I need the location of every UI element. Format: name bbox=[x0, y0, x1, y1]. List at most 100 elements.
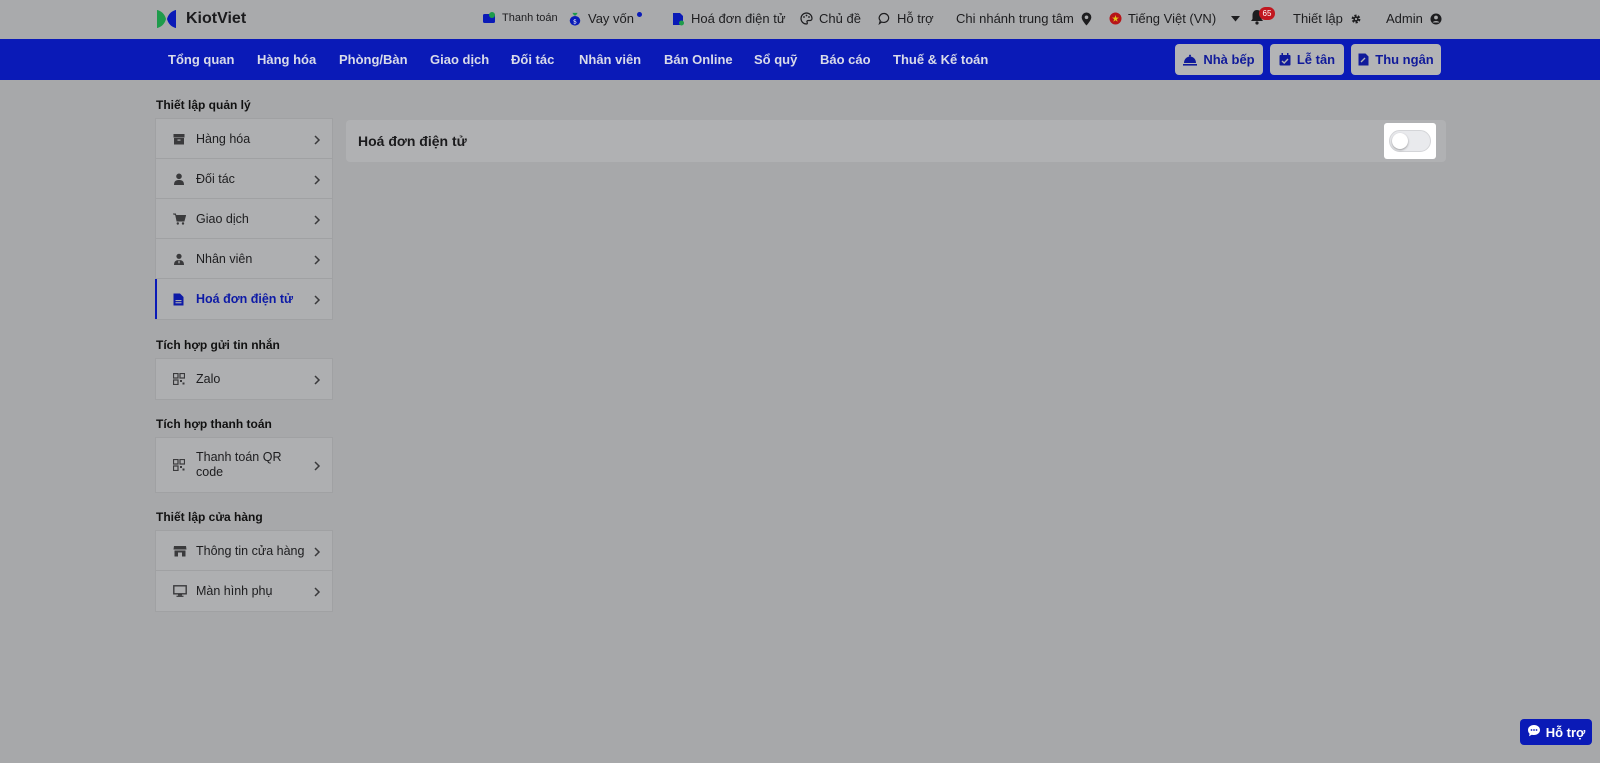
nav-reports[interactable]: Báo cáo bbox=[820, 52, 871, 67]
cashier-button[interactable]: Thu ngân bbox=[1351, 44, 1441, 75]
sidebar-item-label: Màn hình phụ bbox=[196, 584, 273, 598]
location-pin-icon bbox=[1080, 12, 1094, 26]
caret-down-icon bbox=[1228, 12, 1242, 26]
nav-partners[interactable]: Đối tác bbox=[511, 52, 554, 67]
kiotviet-logo-icon bbox=[154, 6, 180, 32]
branch-label: Chi nhánh trung tâm bbox=[956, 11, 1074, 26]
palette-icon bbox=[799, 12, 813, 26]
sidebar-item-einvoice[interactable]: Hoá đơn điện tử bbox=[155, 279, 332, 319]
brand-logo[interactable]: KiotViet bbox=[154, 6, 246, 32]
support-link[interactable]: Hỗ trợ bbox=[877, 11, 934, 26]
cashier-label: Thu ngân bbox=[1375, 52, 1434, 67]
main-nav: Tổng quan Hàng hóa Phòng/Bàn Giao dịch Đ… bbox=[0, 39, 1600, 80]
sidebar-item-secondary-display[interactable]: Màn hình phụ bbox=[156, 571, 332, 611]
sidebar-item-label: Nhân viên bbox=[196, 251, 253, 266]
vietnam-flag-icon bbox=[1108, 12, 1122, 26]
settings-link[interactable]: Thiết lập bbox=[1293, 11, 1363, 26]
kitchen-button[interactable]: Nhà bếp bbox=[1175, 44, 1263, 75]
payment-link[interactable]: Thanh toán bbox=[482, 11, 558, 25]
sidebar-item-label: Đối tác bbox=[196, 171, 235, 186]
top-bar: KiotViet Thanh toán $ Vay vốn Hoá đơn đi… bbox=[0, 0, 1600, 39]
cart-icon bbox=[173, 213, 187, 225]
person-icon bbox=[173, 173, 185, 185]
receipt-icon bbox=[1358, 53, 1369, 66]
store-icon bbox=[173, 545, 187, 557]
calendar-check-icon bbox=[1279, 53, 1291, 66]
einvoice-panel: Hoá đơn điện tử bbox=[346, 120, 1446, 162]
wallet-icon bbox=[482, 11, 496, 25]
settings-label: Thiết lập bbox=[1293, 11, 1343, 26]
management-settings-group: Hàng hóa Đối tác Giao dịch Nhân viên Hoá… bbox=[155, 118, 333, 320]
sidebar-item-store-info[interactable]: Thông tin cửa hàng bbox=[156, 531, 332, 571]
sidebar-item-zalo[interactable]: Zalo bbox=[156, 359, 332, 399]
sidebar-item-label: Thông tin cửa hàng bbox=[196, 543, 305, 558]
payment-integration-group: Thanh toán QR code bbox=[155, 437, 333, 493]
nav-transactions[interactable]: Giao dịch bbox=[430, 52, 489, 67]
chevron-right-icon bbox=[313, 254, 321, 265]
einvoice-link[interactable]: Hoá đơn điện tử bbox=[671, 11, 786, 26]
support-label: Hỗ trợ bbox=[897, 11, 934, 26]
kitchen-label: Nhà bếp bbox=[1203, 52, 1255, 67]
document-icon bbox=[173, 293, 185, 306]
nav-rooms-tables[interactable]: Phòng/Bàn bbox=[339, 52, 408, 67]
sidebar-item-label: Thanh toán QR code bbox=[196, 450, 282, 479]
payment-label: Thanh toán bbox=[502, 12, 558, 24]
user-menu[interactable]: Admin bbox=[1386, 11, 1443, 26]
chevron-right-icon bbox=[313, 586, 321, 597]
user-name: Admin bbox=[1386, 11, 1423, 26]
svg-text:$: $ bbox=[573, 18, 577, 25]
sidebar-item-qr-payment[interactable]: Thanh toán QR code bbox=[156, 438, 332, 492]
nav-cashbook[interactable]: Sổ quỹ bbox=[754, 52, 797, 67]
nav-staff[interactable]: Nhân viên bbox=[579, 52, 641, 67]
nav-overview[interactable]: Tổng quan bbox=[168, 52, 234, 67]
messaging-integration-title: Tích hợp gửi tin nhắn bbox=[156, 338, 280, 352]
gear-icon bbox=[1349, 12, 1363, 26]
reception-button[interactable]: Lễ tân bbox=[1270, 44, 1344, 75]
toggle-knob bbox=[1392, 133, 1408, 149]
nav-tax-accounting[interactable]: Thuế & Kế toán bbox=[893, 52, 988, 67]
user-circle-icon bbox=[1429, 12, 1443, 26]
nav-products[interactable]: Hàng hóa bbox=[257, 52, 316, 67]
panel-title: Hoá đơn điện tử bbox=[358, 133, 467, 149]
einvoice-toggle[interactable] bbox=[1389, 130, 1431, 152]
chat-bubble-icon bbox=[877, 12, 891, 26]
chat-icon bbox=[1527, 724, 1541, 740]
help-button[interactable]: Hỗ trợ bbox=[1520, 719, 1592, 745]
box-icon bbox=[173, 133, 185, 145]
sidebar-item-label: Hoá đơn điện tử bbox=[196, 292, 294, 306]
chevron-right-icon bbox=[313, 546, 321, 557]
nav-online-sales[interactable]: Bán Online bbox=[664, 52, 733, 67]
invoice-icon bbox=[671, 12, 685, 26]
brand-name: KiotViet bbox=[186, 10, 247, 27]
loan-notification-dot bbox=[637, 12, 642, 17]
language-label: Tiếng Việt (VN) bbox=[1128, 11, 1217, 26]
help-label: Hỗ trợ bbox=[1545, 724, 1586, 740]
branch-selector[interactable]: Chi nhánh trung tâm bbox=[956, 11, 1094, 26]
sidebar-item-products[interactable]: Hàng hóa bbox=[156, 119, 332, 159]
sidebar-item-label: Zalo bbox=[196, 372, 221, 386]
loan-label: Vay vốn bbox=[588, 11, 635, 26]
sidebar-item-label: Hàng hóa bbox=[196, 131, 251, 146]
sidebar-item-label: Giao dịch bbox=[196, 211, 249, 226]
employee-icon bbox=[173, 253, 185, 265]
language-selector[interactable]: Tiếng Việt (VN) bbox=[1108, 11, 1242, 26]
chevron-right-icon bbox=[313, 174, 321, 185]
sidebar-item-staff[interactable]: Nhân viên bbox=[156, 239, 332, 279]
chevron-right-icon bbox=[313, 134, 321, 145]
theme-label: Chủ đề bbox=[819, 11, 861, 26]
notification-count-badge: 65 bbox=[1259, 7, 1275, 20]
management-settings-title: Thiết lập quản lý bbox=[156, 98, 251, 112]
cloche-icon bbox=[1183, 54, 1198, 66]
chevron-right-icon bbox=[313, 460, 321, 471]
sidebar-item-partners[interactable]: Đối tác bbox=[156, 159, 332, 199]
chevron-right-icon bbox=[313, 214, 321, 225]
reception-label: Lễ tân bbox=[1296, 52, 1336, 67]
loan-link[interactable]: $ Vay vốn bbox=[568, 11, 642, 26]
messaging-integration-group: Zalo bbox=[155, 358, 333, 400]
payment-integration-title: Tích hợp thanh toán bbox=[156, 417, 272, 431]
money-bag-icon: $ bbox=[568, 12, 582, 26]
theme-link[interactable]: Chủ đề bbox=[799, 11, 861, 26]
sidebar-item-transactions[interactable]: Giao dịch bbox=[156, 199, 332, 239]
qr-grid-icon bbox=[172, 372, 186, 386]
einvoice-toggle-highlight bbox=[1384, 123, 1436, 159]
